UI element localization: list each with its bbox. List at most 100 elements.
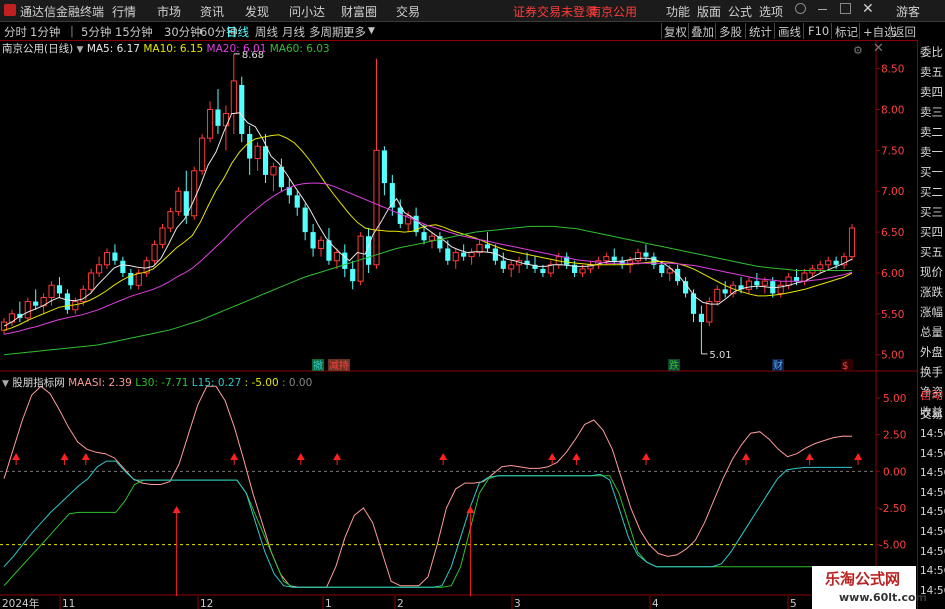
tab-multi-period[interactable]: 多周期 [309, 24, 344, 40]
candle-body [239, 84, 245, 135]
restore-rights-button[interactable]: 复权 [664, 24, 687, 40]
menu-item-ask[interactable]: 问小达 [289, 3, 325, 20]
menu-item-formula[interactable]: 公式 [728, 3, 752, 20]
candle-body [745, 280, 753, 290]
indicator-dropdown-icon[interactable]: ▼ [2, 379, 9, 389]
dropdown-icon[interactable]: ▼ [77, 45, 84, 55]
candle-body [643, 252, 649, 257]
signal-arrow-icon [60, 453, 69, 460]
tab-15min[interactable]: 15分钟 [115, 24, 153, 40]
side-panel-item: 卖四 [920, 85, 943, 99]
menu-item-news[interactable]: 资讯 [200, 3, 224, 20]
maasi-label: MAASI: 2.39 [68, 377, 132, 389]
signal-arrow-icon [854, 453, 863, 460]
menu-item-discover[interactable]: 发现 [245, 3, 269, 20]
tab-30min[interactable]: 30分钟 [164, 24, 202, 40]
side-panel-item[interactable]: 自动 [920, 387, 943, 403]
tab-5min[interactable]: 5分钟 [81, 24, 111, 40]
event-tag: $ [842, 361, 848, 372]
candle-body [714, 288, 721, 303]
side-panel-item: 买三 [920, 205, 943, 219]
f10-button[interactable]: F10 [808, 24, 829, 38]
candle-body [611, 256, 617, 261]
side-panel-item: 现价 [920, 265, 943, 279]
low-label: 5.01 [709, 350, 731, 361]
candle-body [428, 235, 436, 241]
signal-arrow-icon [296, 453, 305, 460]
candle-body [381, 150, 387, 184]
side-panel-item: 14:56 [920, 506, 945, 519]
guest-button[interactable]: 游客 [896, 3, 920, 20]
ma10-label: MA10: 6.15 [143, 43, 204, 55]
menu-item-quotes[interactable]: 行情 [112, 3, 136, 20]
maximize-icon[interactable] [840, 3, 851, 14]
side-panel-item: 涨跌 [920, 285, 943, 299]
l30-label: L30: -7.71 [135, 377, 189, 389]
menu-item-layout[interactable]: 版面 [697, 3, 721, 20]
candle-body [579, 268, 586, 274]
indicator-info-line: ▼ 股朋指标网 MAASI: 2.39 L30: -7.71 L15: 0.27… [2, 375, 312, 390]
mark-button[interactable]: 标记 [835, 24, 858, 40]
price-axis-label: 7.50 [881, 145, 904, 157]
event-tag: 跌 [669, 359, 679, 372]
side-panel-item: 14:56 [920, 447, 945, 460]
menu-item-functions[interactable]: 功能 [666, 3, 690, 20]
price-axis-label: 6.00 [881, 268, 904, 280]
side-panel-item: 卖三 [920, 105, 943, 119]
ma60-label: MA60: 6.03 [269, 43, 330, 55]
draw-line-button[interactable]: 画线 [778, 24, 801, 40]
watermark-title: 乐淘公式网 [825, 570, 901, 588]
close-icon[interactable]: ✕ [862, 1, 874, 17]
menu-item-trade[interactable]: 交易 [396, 3, 420, 20]
l15-label: L15: 0.27 [191, 377, 242, 389]
chart-settings-icon[interactable]: ⚙ [853, 44, 863, 57]
quote-side-panel[interactable]: 委比 卖五 卖四 卖三 卖二 卖一 买一 买二 买三 买四 买五 现价 涨跌 涨幅 总量 外盘 换手 净资 收益 自动… [917, 40, 945, 609]
candle-body [120, 260, 126, 273]
tab-more[interactable]: 更多 [343, 24, 366, 40]
side-panel-item: 涨幅 [920, 305, 943, 319]
chart-close-icon[interactable]: ✕ [873, 41, 884, 56]
side-panel-item: 换手 [920, 365, 943, 379]
minimize-icon[interactable] [818, 3, 827, 10]
tab-weekly[interactable]: 周线 [255, 24, 278, 40]
price-axis-label: 5.50 [881, 309, 904, 321]
menu-item-market[interactable]: 市场 [157, 3, 181, 20]
side-panel-item: 14:56 [920, 545, 945, 558]
candle-body [135, 272, 142, 286]
candle-body [159, 227, 166, 245]
ma5-label: MA5: 6.17 [86, 43, 140, 55]
overlay-button[interactable]: 叠加 [691, 24, 714, 40]
tab-intraday[interactable]: 分时 [4, 24, 27, 40]
settings-icon[interactable] [795, 3, 806, 14]
signal-arrow-icon [805, 453, 814, 460]
event-tag: 财 [773, 359, 783, 372]
candle-body [445, 248, 451, 261]
candle-body [461, 252, 467, 257]
candle-body [48, 284, 55, 299]
candle-body [452, 252, 459, 262]
time-axis-label: 11 [62, 598, 75, 609]
login-notice[interactable]: 证券交易未登录 [513, 3, 597, 20]
candle-body [254, 145, 261, 160]
side-panel-item[interactable]: 交易 [920, 406, 943, 422]
side-panel-item: 总量 [920, 325, 943, 339]
back-button[interactable]: 返回 [893, 24, 916, 40]
tab-1min[interactable]: 1分钟 [30, 24, 60, 40]
menu-item-options[interactable]: 选项 [759, 3, 783, 20]
menu-item-wealth[interactable]: 财富圈 [341, 3, 377, 20]
multi-stock-button[interactable]: 多股 [719, 24, 742, 40]
time-axis-label: 3 [514, 598, 521, 609]
statistics-button[interactable]: 统计 [749, 24, 772, 40]
candle-body [151, 243, 158, 262]
more-dropdown-icon[interactable]: ▼ [368, 26, 375, 36]
kline-chart[interactable]: 8.50 8.00 7.50 7.00 6.50 6.00 5.50 5.00 5.00 2.50… [0, 40, 917, 609]
indicator-name[interactable]: 股朋指标网 [12, 377, 65, 389]
tab-monthly[interactable]: 月线 [282, 24, 305, 40]
candle-body [508, 264, 515, 270]
candle-body [350, 268, 356, 282]
candle-body [761, 280, 768, 286]
candle-body [96, 264, 103, 274]
candle-body [24, 301, 31, 319]
line-zero-label: : 0.00 [282, 377, 313, 389]
tab-daily[interactable]: 日线 [226, 24, 249, 40]
